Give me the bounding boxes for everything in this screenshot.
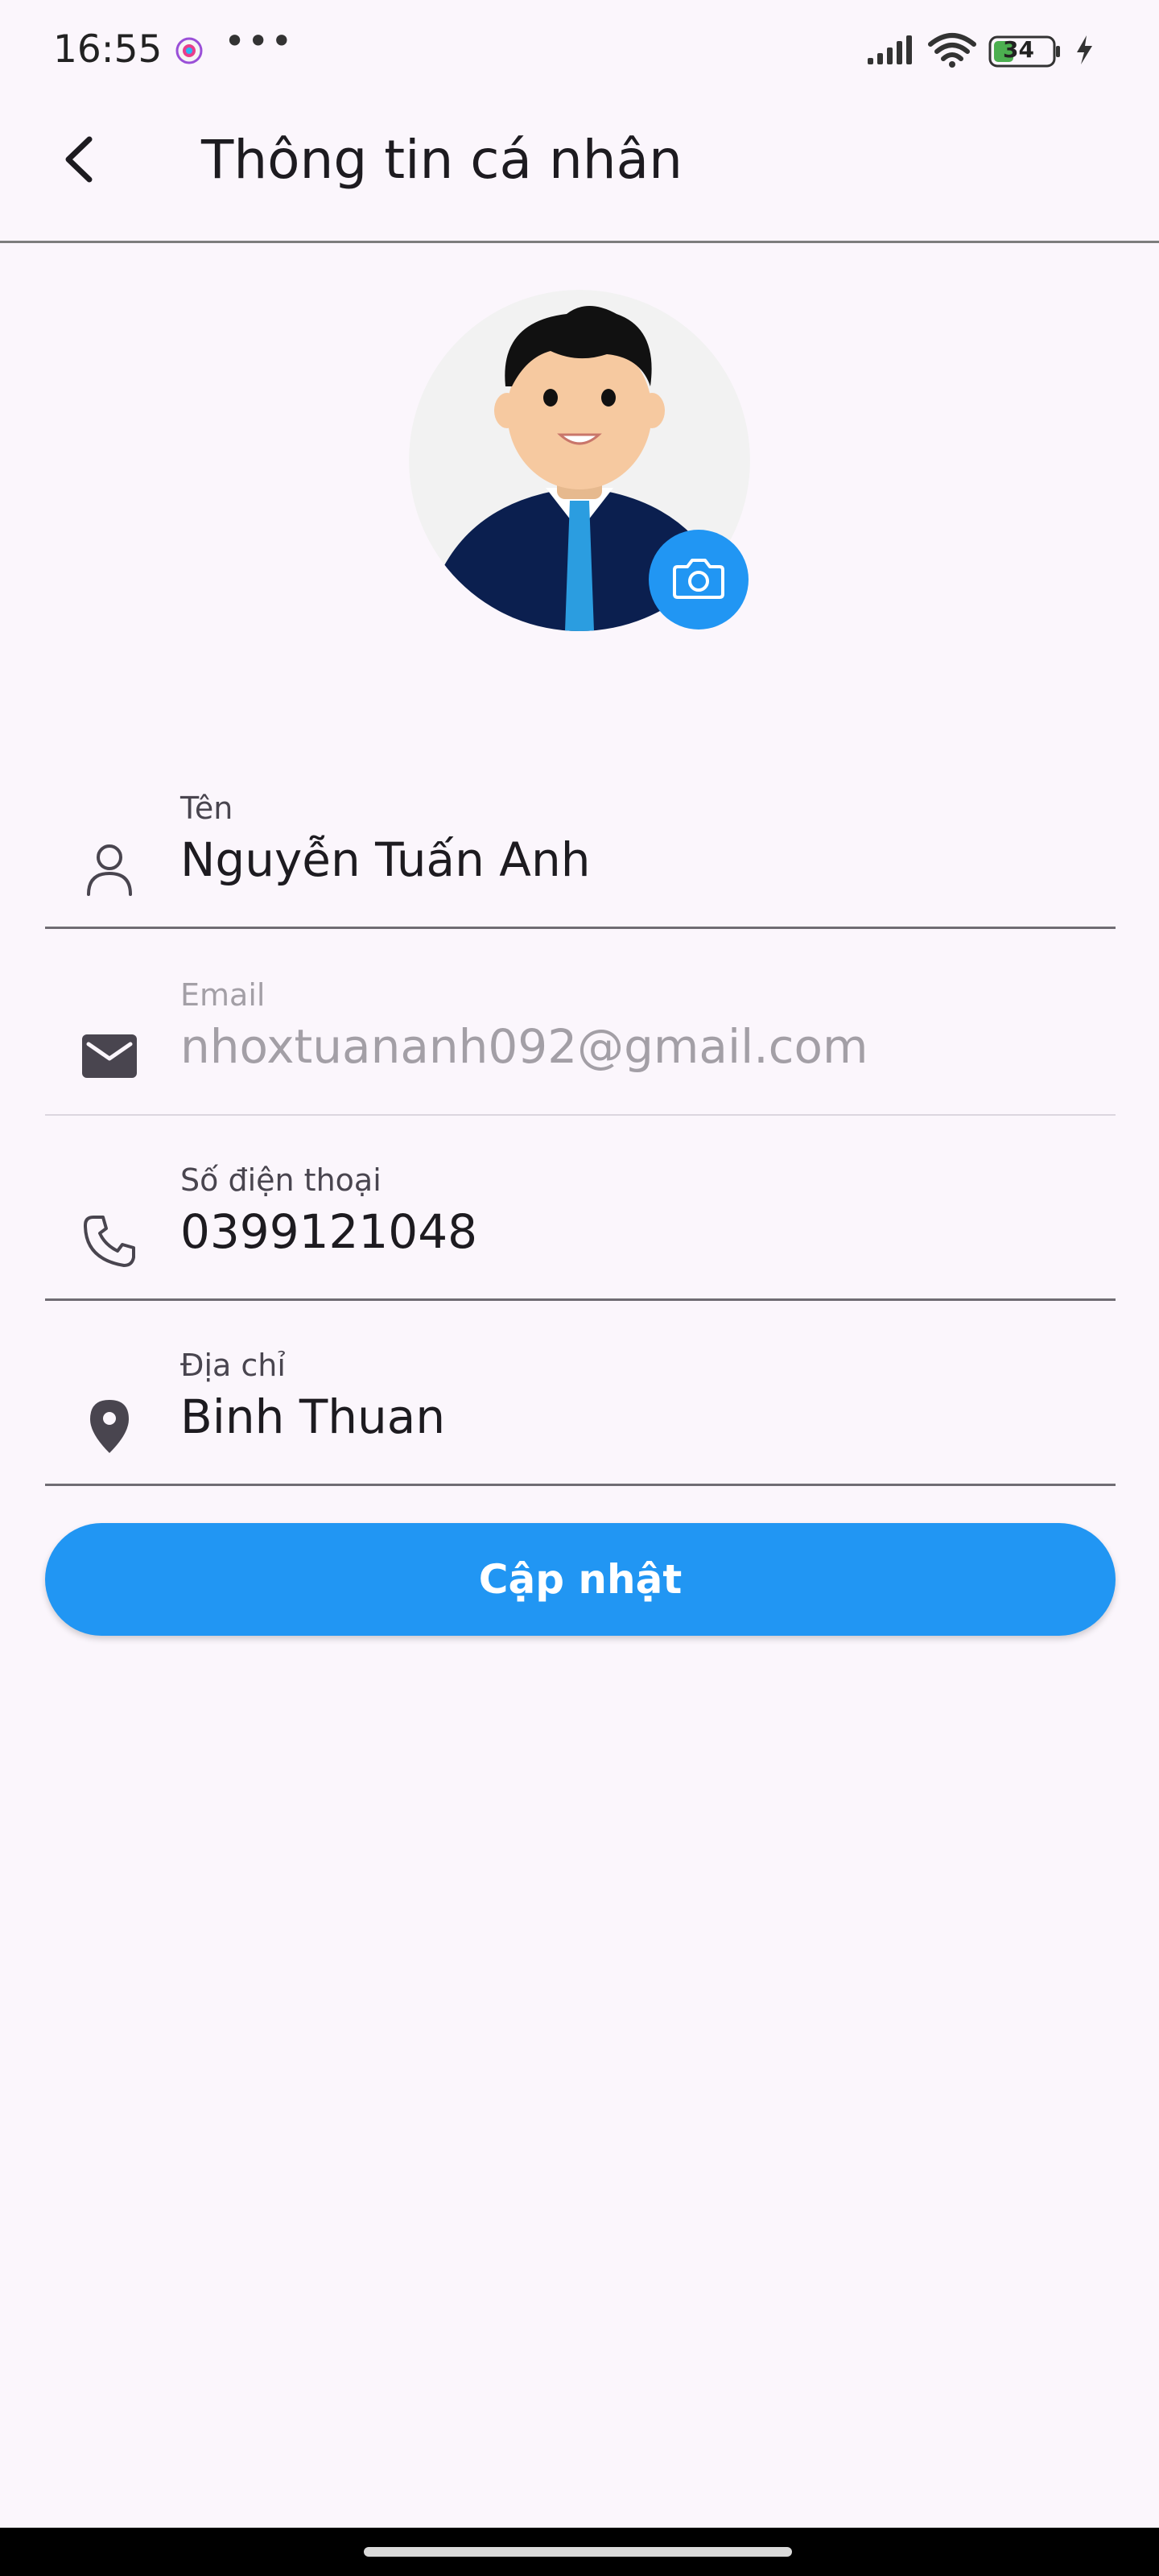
address-field[interactable]: Địa chỉ Binh Thuan [45, 1330, 1116, 1486]
page-title: Thông tin cá nhân [201, 129, 683, 191]
update-button[interactable]: Cập nhật [45, 1523, 1116, 1636]
wifi-icon [927, 31, 977, 72]
address-input[interactable]: Binh Thuan [180, 1389, 445, 1444]
battery-level: 34 [1003, 36, 1034, 63]
signal-icon [866, 34, 916, 69]
phone-input[interactable]: 0399121048 [180, 1204, 477, 1259]
app-notification-icon [175, 37, 203, 64]
name-label: Tên [180, 791, 233, 826]
address-label: Địa chỉ [180, 1348, 286, 1383]
email-input: nhoxtuananh092@gmail.com [180, 1019, 868, 1074]
mail-icon [80, 1027, 138, 1085]
phone-icon [80, 1212, 138, 1270]
back-button[interactable] [47, 129, 111, 193]
phone-field[interactable]: Số điện thoại 0399121048 [45, 1145, 1116, 1301]
system-nav-bar [0, 2528, 1159, 2576]
phone-label: Số điện thoại [180, 1162, 382, 1198]
home-gesture-handle[interactable] [364, 2547, 792, 2557]
change-avatar-button[interactable] [649, 530, 749, 630]
camera-icon [673, 557, 724, 602]
address-underline [45, 1484, 1116, 1486]
status-more-icon: ••• [224, 19, 295, 63]
chevron-left-icon [59, 134, 99, 188]
status-bar: 16:55 ••• 34 [0, 0, 1159, 97]
status-time: 16:55 [53, 27, 163, 72]
person-icon [80, 840, 138, 898]
phone-underline [45, 1298, 1116, 1301]
charging-icon [1074, 34, 1095, 69]
location-pin-icon [80, 1397, 138, 1455]
name-field[interactable]: Tên Nguyễn Tuấn Anh [45, 773, 1116, 929]
name-underline [45, 927, 1116, 929]
battery-icon: 34 [988, 35, 1062, 68]
email-label: Email [180, 977, 266, 1013]
app-bar: Thông tin cá nhân [0, 97, 1159, 243]
email-underline [45, 1114, 1116, 1116]
profile-avatar-container [409, 290, 750, 631]
email-field: Email nhoxtuananh092@gmail.com [45, 960, 1116, 1116]
name-input[interactable]: Nguyễn Tuấn Anh [180, 832, 590, 887]
